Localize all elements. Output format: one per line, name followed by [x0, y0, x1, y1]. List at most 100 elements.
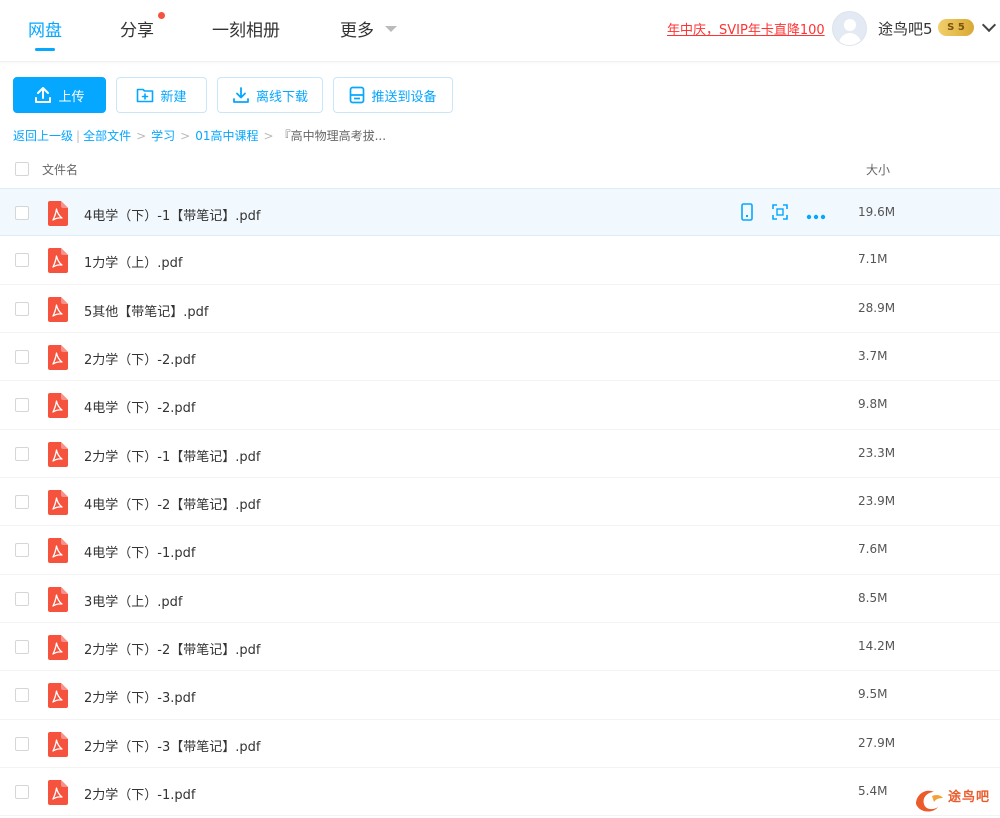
new-folder-label: 新建: [160, 89, 187, 105]
breadcrumb-separator: >: [180, 128, 191, 143]
file-size: 9.5M: [858, 687, 888, 702]
row-checkbox[interactable]: [15, 736, 29, 751]
breadcrumb-high-school[interactable]: 01高中课程: [195, 127, 258, 144]
download-icon: [232, 86, 250, 104]
file-row[interactable]: 4电学（下）-2【带笔记】.pdf 23.9M: [0, 478, 1000, 527]
row-actions: [740, 203, 826, 225]
column-header-name[interactable]: 文件名: [42, 161, 78, 178]
pdf-file-icon: [46, 441, 68, 467]
username[interactable]: 途鸟吧5: [878, 18, 933, 39]
file-size: 19.6M: [858, 205, 896, 219]
file-name[interactable]: 4电学（下）-1.pdf: [84, 542, 195, 561]
file-size: 23.9M: [858, 494, 896, 509]
file-row[interactable]: 2力学（下）-1.pdf 5.4M: [0, 768, 1000, 817]
breadcrumb-study[interactable]: 学习: [151, 127, 175, 144]
watermark-bird-icon: [916, 790, 943, 812]
select-all-checkbox[interactable]: [15, 162, 29, 176]
pdf-file-icon: [46, 780, 68, 806]
file-row[interactable]: 2力学（下）-3【带笔记】.pdf 27.9M: [0, 720, 1000, 769]
watermark-text: 途鸟吧: [948, 790, 991, 805]
file-row[interactable]: 4电学（下）-1【带笔记】.pdf 19.6M: [0, 188, 1000, 237]
share-icon[interactable]: [771, 203, 789, 225]
pdf-file-icon: [46, 538, 68, 564]
pdf-file-icon: [46, 586, 68, 612]
file-name[interactable]: 2力学（下）-1【带笔记】.pdf: [84, 446, 260, 465]
row-checkbox[interactable]: [15, 446, 29, 461]
row-checkbox[interactable]: [15, 640, 29, 655]
row-checkbox[interactable]: [15, 301, 29, 316]
row-checkbox[interactable]: [15, 253, 29, 268]
file-size: 9.8M: [858, 397, 888, 412]
upload-button[interactable]: 上传: [13, 77, 106, 113]
avatar[interactable]: [832, 11, 867, 46]
breadcrumb-separator: >: [263, 128, 274, 143]
file-size: 14.2M: [858, 639, 896, 654]
file-row[interactable]: 3电学（上）.pdf 8.5M: [0, 575, 1000, 624]
row-checkbox[interactable]: [15, 591, 29, 606]
notification-dot: [158, 12, 165, 19]
phone-icon[interactable]: [740, 203, 754, 225]
file-size: 23.3M: [858, 445, 896, 460]
upload-icon: [34, 86, 52, 104]
user-menu-chevron-icon[interactable]: [981, 17, 997, 33]
file-name[interactable]: 2力学（下）-2.pdf: [84, 349, 195, 368]
active-tab-indicator: [35, 48, 55, 51]
file-row[interactable]: 2力学（下）-2【带笔记】.pdf 14.2M: [0, 623, 1000, 672]
file-name[interactable]: 4电学（下）-2【带笔记】.pdf: [84, 494, 260, 513]
file-row[interactable]: 2力学（下）-1【带笔记】.pdf 23.3M: [0, 430, 1000, 479]
new-folder-button[interactable]: 新建: [116, 77, 207, 113]
file-row[interactable]: 4电学（下）-1.pdf 7.6M: [0, 526, 1000, 575]
file-name[interactable]: 4电学（下）-1【带笔记】.pdf: [84, 205, 260, 224]
column-header-size[interactable]: 大小: [866, 161, 890, 178]
file-name[interactable]: 5其他【带笔记】.pdf: [84, 301, 208, 320]
file-name[interactable]: 1力学（上）.pdf: [84, 252, 182, 271]
file-size: 7.1M: [858, 252, 888, 267]
file-row[interactable]: 4电学（下）-2.pdf 9.8M: [0, 381, 1000, 430]
pdf-file-icon: [46, 683, 68, 709]
file-name[interactable]: 4电学（下）-2.pdf: [84, 397, 195, 416]
more-dots-icon[interactable]: [806, 205, 826, 224]
file-row[interactable]: 2力学（下）-2.pdf 3.7M: [0, 333, 1000, 382]
tab-share[interactable]: 分享: [120, 16, 154, 41]
file-row[interactable]: 2力学（下）-3.pdf 9.5M: [0, 671, 1000, 720]
file-size: 5.4M: [858, 784, 888, 799]
pdf-file-icon: [46, 248, 68, 274]
file-name[interactable]: 2力学（下）-1.pdf: [84, 784, 195, 803]
pdf-file-icon: [46, 635, 68, 661]
breadcrumb-separator: >: [136, 128, 147, 143]
breadcrumb-back[interactable]: 返回上一级: [13, 127, 73, 144]
top-navigation: 网盘 分享 一刻相册 更多 年中庆，SVIP年卡直降100 途鸟吧5 S 5: [0, 0, 1000, 62]
pdf-file-icon: [46, 731, 68, 757]
push-to-device-button[interactable]: 推送到设备: [333, 77, 453, 113]
vip-badge: S 5: [938, 19, 974, 36]
file-name[interactable]: 2力学（下）-3.pdf: [84, 687, 195, 706]
file-name[interactable]: 2力学（下）-3【带笔记】.pdf: [84, 736, 260, 755]
file-list-header: 文件名 大小: [0, 150, 1000, 188]
offline-download-button[interactable]: 离线下载: [217, 77, 323, 113]
push-to-device-label: 推送到设备: [371, 89, 437, 105]
chevron-down-icon[interactable]: [385, 26, 397, 32]
file-name[interactable]: 3电学（上）.pdf: [84, 591, 182, 610]
file-row[interactable]: 1力学（上）.pdf 7.1M: [0, 236, 1000, 285]
file-list: 4电学（下）-1【带笔记】.pdf 19.6M 1力学（上）.pdf 7.1M 5其他【…: [0, 188, 1000, 817]
row-checkbox[interactable]: [15, 495, 29, 510]
upload-label: 上传: [58, 89, 85, 105]
file-size: 8.5M: [858, 590, 888, 605]
promo-link[interactable]: 年中庆，SVIP年卡直降100: [667, 19, 825, 38]
row-checkbox[interactable]: [15, 398, 29, 413]
breadcrumb-all-files[interactable]: 全部文件: [83, 127, 131, 144]
tab-netdisk[interactable]: 网盘: [28, 16, 62, 41]
pdf-file-icon: [46, 393, 68, 419]
file-size: 7.6M: [858, 542, 888, 557]
row-checkbox[interactable]: [15, 543, 29, 558]
file-row[interactable]: 5其他【带笔记】.pdf 28.9M: [0, 285, 1000, 334]
row-checkbox[interactable]: [15, 688, 29, 703]
row-checkbox[interactable]: [15, 206, 29, 220]
row-checkbox[interactable]: [15, 350, 29, 365]
breadcrumb-current: 『高中物理高考拔...: [278, 129, 387, 143]
tab-album[interactable]: 一刻相册: [212, 16, 280, 41]
file-name[interactable]: 2力学（下）-2【带笔记】.pdf: [84, 639, 260, 658]
pdf-file-icon: [46, 490, 68, 516]
tab-more[interactable]: 更多: [340, 16, 374, 41]
row-checkbox[interactable]: [15, 785, 29, 800]
